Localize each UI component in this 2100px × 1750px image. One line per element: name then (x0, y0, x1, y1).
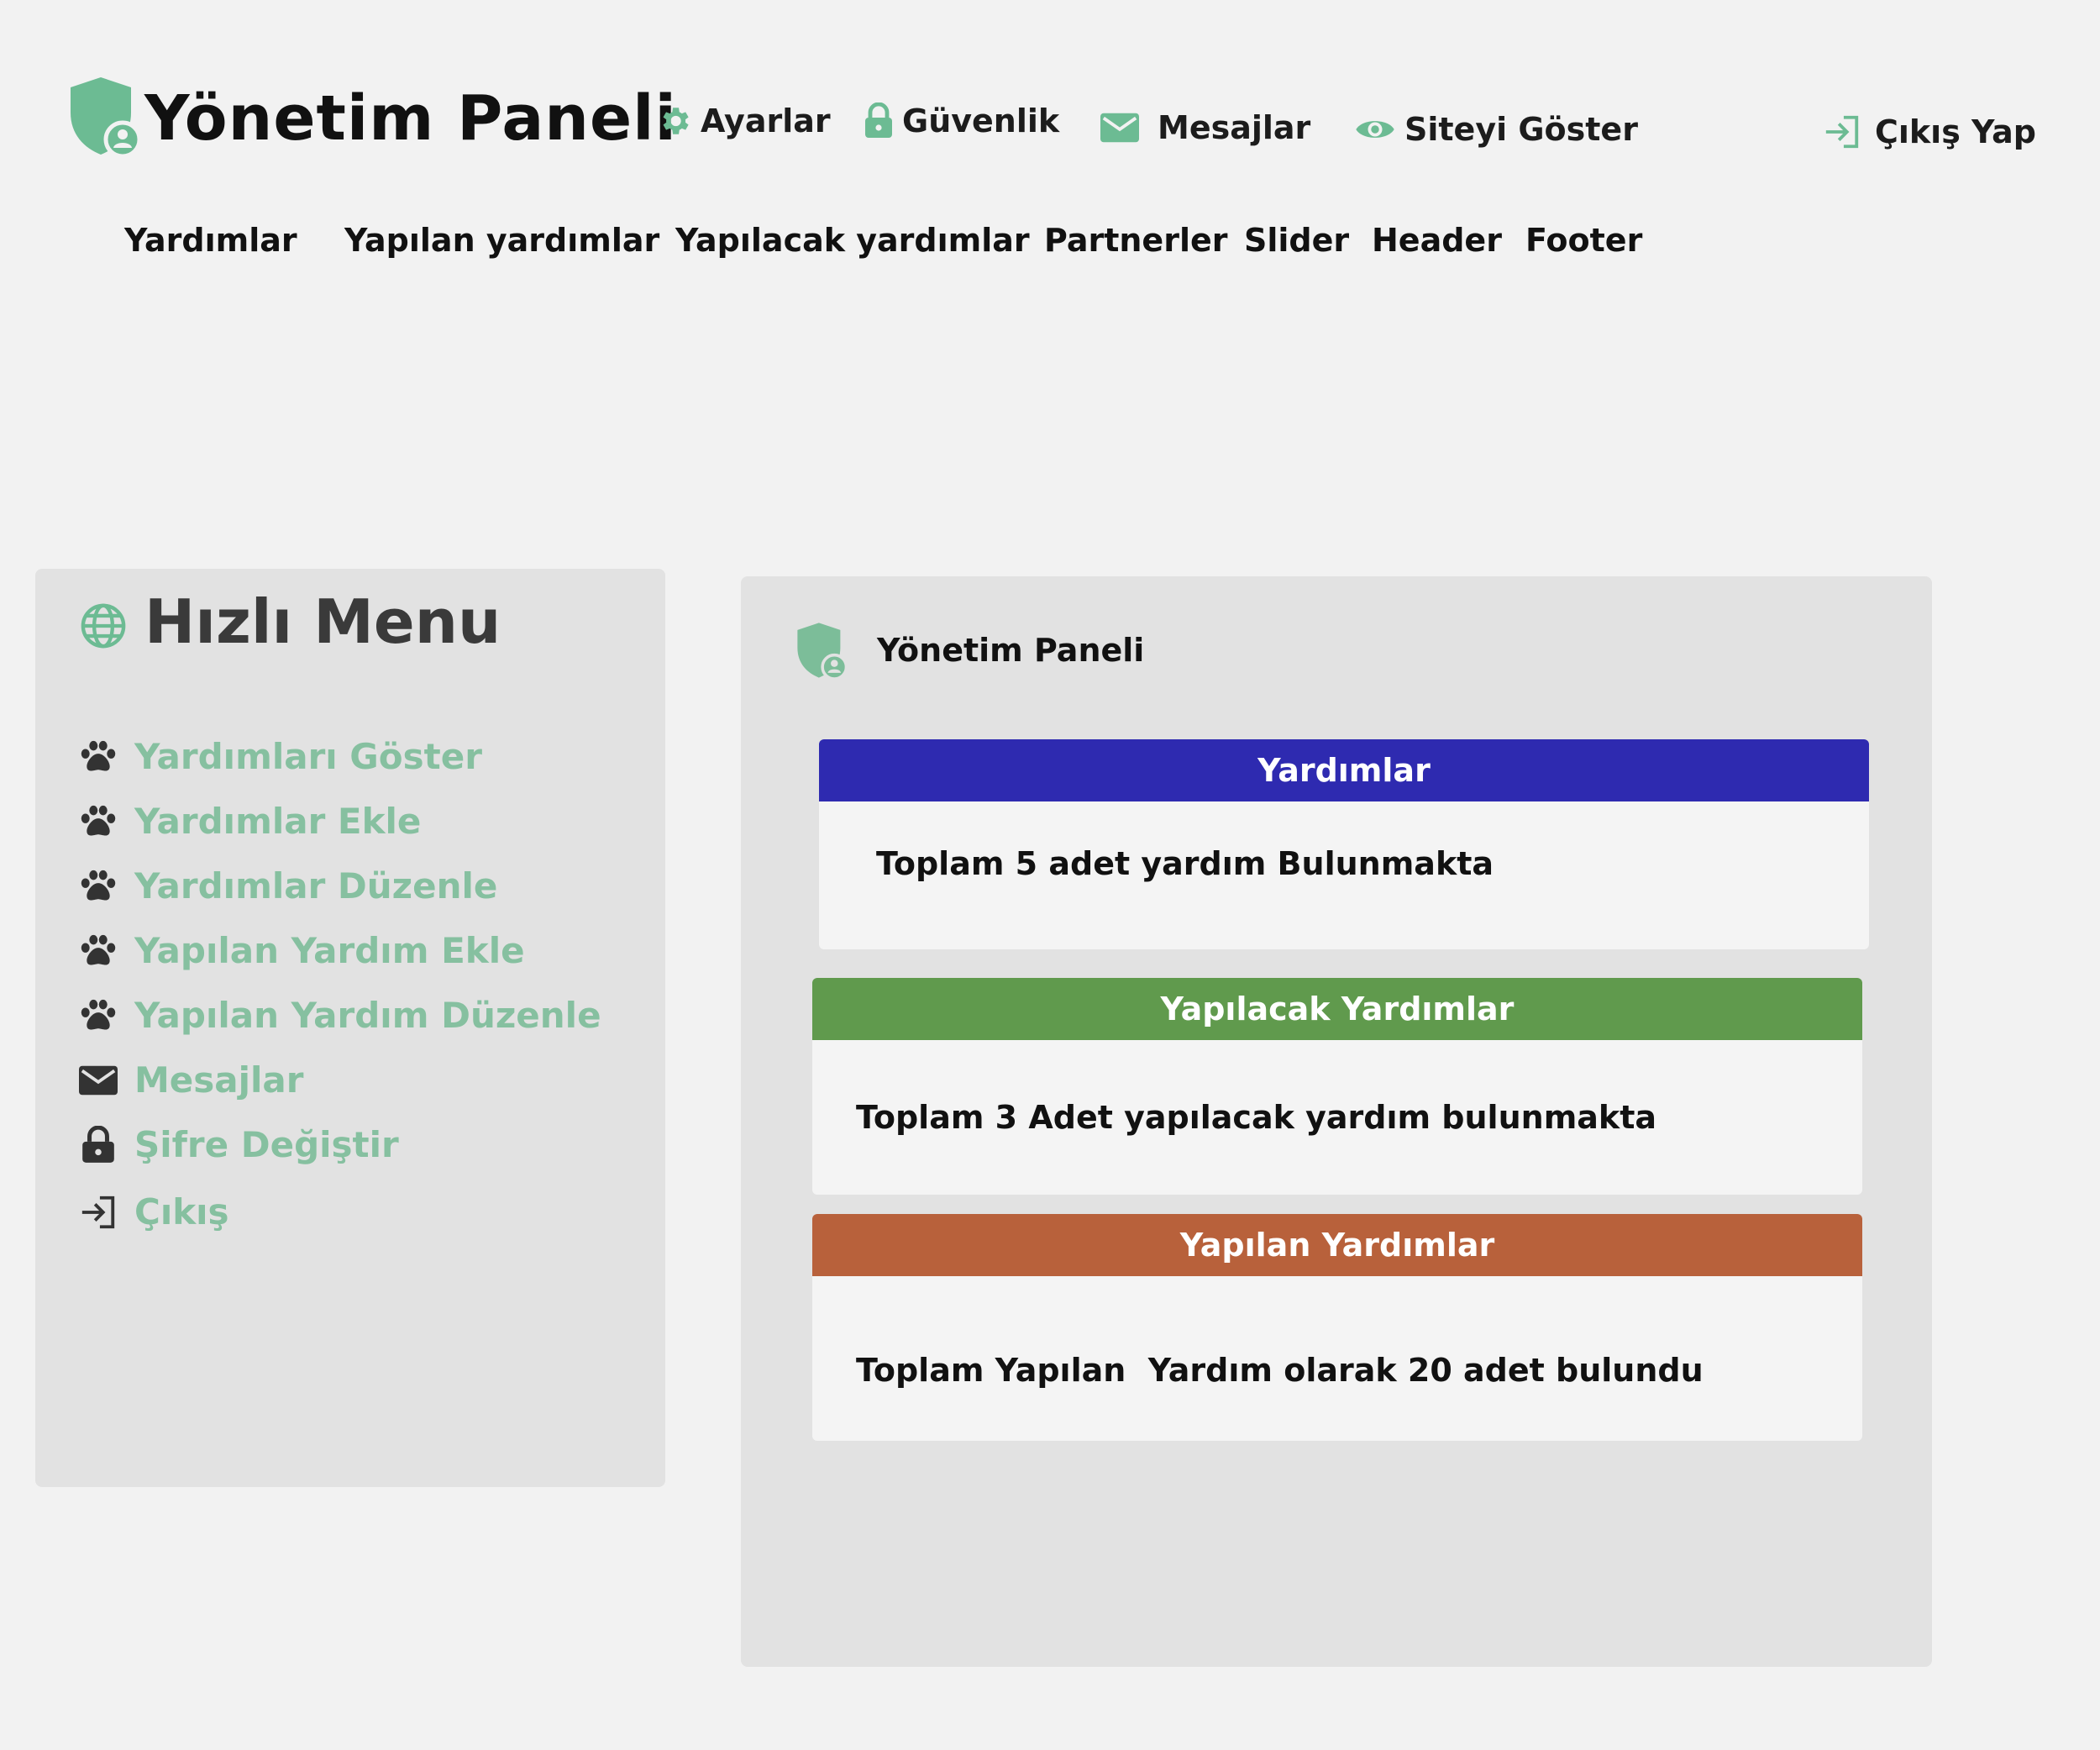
quick-menu-title: Hızlı Menu (144, 586, 501, 657)
quick-item-sifre-degistir[interactable]: Şifre Değiştir (79, 1124, 399, 1165)
logout-icon (81, 1196, 115, 1228)
quick-item-label: Yardımlar Ekle (134, 801, 422, 842)
logout-label: Çıkış Yap (1875, 113, 2036, 150)
card-body-text: Toplam 3 Adet yapılacak yardım bulunmakt… (856, 1099, 1657, 1136)
messages-label: Mesajlar (1158, 109, 1311, 146)
paw-icon (81, 999, 116, 1030)
quick-item-cikis[interactable]: Çıkış (79, 1191, 229, 1232)
quick-item-label: Yardımlar Düzenle (134, 865, 498, 907)
eye-icon (1356, 121, 1394, 138)
gear-icon (663, 108, 689, 134)
card-header: Yardımlar (819, 739, 1869, 801)
security-label: Güvenlik (902, 102, 1060, 139)
show-site-label: Siteyi Göster (1404, 111, 1638, 148)
shield-user-logo-icon (71, 77, 139, 156)
shield-user-logo-icon (797, 623, 847, 679)
quick-item-label: Yardımları Göster (134, 736, 482, 777)
brand-title: Yönetim Paneli (144, 82, 677, 155)
subnav-header[interactable]: Header (1372, 222, 1502, 259)
card-body-text: Toplam 5 adet yardım Bulunmakta (876, 845, 1494, 882)
card-yapilan-yardimlar: Yapılan Yardımlar Toplam Yapılan Yardım … (812, 1214, 1862, 1441)
card-header: Yapılan Yardımlar (812, 1214, 1862, 1276)
subnav-footer[interactable]: Footer (1525, 222, 1642, 259)
show-site-link[interactable]: Siteyi Göster (1354, 111, 1638, 148)
paw-icon (81, 870, 116, 901)
subnav-yapilacak-yardimlar[interactable]: Yapılacak yardımlar (675, 222, 1030, 259)
globe-icon (81, 603, 126, 649)
quick-item-yardimlar-ekle[interactable]: Yardımlar Ekle (79, 801, 421, 842)
paw-icon (81, 740, 116, 771)
settings-link[interactable]: Ayarlar (657, 102, 831, 139)
envelope-icon (1100, 113, 1139, 143)
settings-label: Ayarlar (701, 102, 831, 139)
quick-item-yapilan-yardim-ekle[interactable]: Yapılan Yardım Ekle (79, 930, 525, 971)
quick-item-yapilan-yardim-duzenle[interactable]: Yapılan Yardım Düzenle (79, 995, 601, 1036)
quick-item-label: Çıkış (134, 1191, 229, 1232)
quick-item-label: Şifre Değiştir (134, 1124, 399, 1165)
messages-link[interactable]: Mesajlar (1100, 109, 1310, 146)
envelope-icon (79, 1065, 118, 1095)
quick-item-yardimlari-goster[interactable]: Yardımları Göster (79, 736, 482, 777)
card-header: Yapılacak Yardımlar (812, 978, 1862, 1040)
quick-item-label: Mesajlar (134, 1059, 304, 1101)
subnav-slider[interactable]: Slider (1244, 222, 1349, 259)
card-body-text: Toplam Yapılan Yardım olarak 20 adet bul… (856, 1352, 1704, 1389)
card-yapilacak-yardimlar: Yapılacak Yardımlar Toplam 3 Adet yapıla… (812, 978, 1862, 1195)
subnav-partnerler[interactable]: Partnerler (1044, 222, 1227, 259)
card-yardimlar: Yardımlar Toplam 5 adet yardım Bulunmakt… (819, 739, 1869, 949)
quick-item-yardimlar-duzenle[interactable]: Yardımlar Düzenle (79, 865, 497, 907)
logout-link[interactable]: Çıkış Yap (1823, 113, 2036, 150)
subnav-yardimlar[interactable]: Yardımlar (124, 222, 297, 259)
dashboard-title: Yönetim Paneli (877, 632, 1145, 669)
lock-icon (82, 1125, 114, 1163)
quick-item-label: Yapılan Yardım Ekle (134, 930, 525, 971)
lock-icon (865, 102, 892, 138)
quick-item-mesajlar[interactable]: Mesajlar (79, 1059, 303, 1101)
subnav-yapilan-yardimlar[interactable]: Yapılan yardımlar (344, 222, 659, 259)
quick-item-label: Yapılan Yardım Düzenle (134, 995, 601, 1036)
security-link[interactable]: Güvenlik (864, 102, 1059, 139)
paw-icon (81, 805, 116, 836)
paw-icon (81, 934, 116, 965)
logout-icon (1825, 115, 1859, 149)
